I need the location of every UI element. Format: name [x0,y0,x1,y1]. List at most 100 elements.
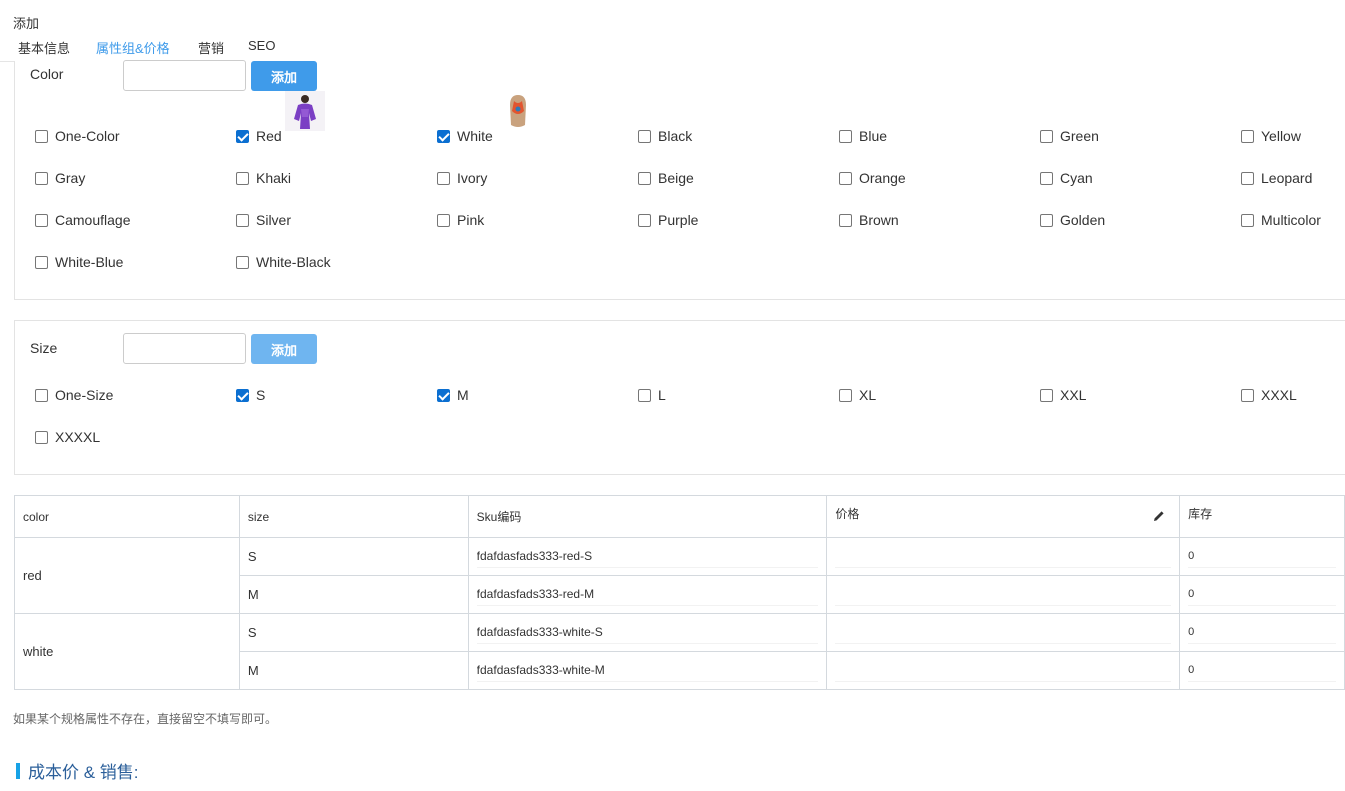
size-checkbox-one-size[interactable] [35,388,48,402]
color-option-red[interactable]: Red [236,126,282,146]
size-option-xl[interactable]: XL [839,385,876,405]
model-purple-dress-thumbnail[interactable] [285,91,325,131]
color-checkbox-khaki[interactable] [236,171,249,185]
tab-seo[interactable]: SEO [248,38,275,53]
size-option-l[interactable]: L [638,385,666,405]
price-input[interactable] [835,659,1172,682]
color-checkbox-brown[interactable] [839,213,852,227]
color-option-label: Khaki [256,170,292,186]
color-checkbox-white-blue[interactable] [35,255,48,269]
color-option-golden[interactable]: Golden [1040,210,1105,230]
size-option-m[interactable]: M [437,385,469,405]
section-title-text: 成本价 & 销售: [28,763,139,782]
color-option-green[interactable]: Green [1040,126,1099,146]
color-checkbox-golden[interactable] [1040,213,1053,227]
stock-input[interactable] [1188,621,1336,644]
color-checkbox-white-black[interactable] [236,255,249,269]
pencil-icon[interactable] [1153,510,1165,522]
size-option-label: XL [859,387,877,403]
color-checkbox-cyan[interactable] [1040,171,1053,185]
color-option-silver[interactable]: Silver [236,210,291,230]
color-option-cyan[interactable]: Cyan [1040,168,1093,188]
color-checkbox-blue[interactable] [839,129,852,143]
color-checkbox-one-color[interactable] [35,129,48,143]
size-option-label: XXXL [1261,387,1297,403]
size-option-xxl[interactable]: XXL [1040,385,1086,405]
color-checkbox-green[interactable] [1040,129,1053,143]
color-checkbox-purple[interactable] [638,213,651,227]
color-option-purple[interactable]: Purple [638,210,698,230]
color-option-label: Blue [859,128,888,144]
color-option-ivory[interactable]: Ivory [437,168,487,188]
color-option-one-color[interactable]: One-Color [35,126,120,146]
color-option-label: White-Black [256,254,331,270]
color-option-multicolor[interactable]: Multicolor [1241,210,1321,230]
tab-attributes-price[interactable]: 属性组&价格 [96,38,170,57]
size-checkbox-xxxxl[interactable] [35,430,48,444]
color-option-white-blue[interactable]: White-Blue [35,252,123,272]
color-checkbox-leopard[interactable] [1241,171,1254,185]
color-option-label: Golden [1060,212,1106,228]
color-checkbox-black[interactable] [638,129,651,143]
size-option-one-size[interactable]: One-Size [35,385,113,405]
color-checkbox-ivory[interactable] [437,171,450,185]
color-option-camouflage[interactable]: Camouflage [35,210,131,230]
price-input[interactable] [835,621,1172,644]
color-option-brown[interactable]: Brown [839,210,899,230]
sku-input[interactable] [476,659,819,682]
size-checkbox-s[interactable] [236,388,249,402]
color-option-blue[interactable]: Blue [839,126,887,146]
size-add-button[interactable]: 添加 [251,334,317,364]
tab-marketing[interactable]: 营销 [198,38,224,57]
sku-input[interactable] [476,545,819,568]
color-option-pink[interactable]: Pink [437,210,484,230]
color-checkbox-white[interactable] [437,129,450,143]
size-option-label: XXL [1060,387,1087,403]
color-option-white-black[interactable]: White-Black [236,252,331,272]
color-checkbox-camouflage[interactable] [35,213,48,227]
size-option-label: L [658,387,666,403]
size-checkbox-m[interactable] [437,388,450,402]
stock-input[interactable] [1188,659,1336,682]
size-new-input[interactable] [123,333,246,364]
color-add-button[interactable]: 添加 [251,61,317,91]
tab-basic-info[interactable]: 基本信息 [18,38,70,57]
size-checkbox-xxl[interactable] [1040,388,1053,402]
color-checkbox-pink[interactable] [437,213,450,227]
stock-input[interactable] [1188,545,1336,568]
color-checkbox-silver[interactable] [236,213,249,227]
color-checkbox-gray[interactable] [35,171,48,185]
color-option-yellow[interactable]: Yellow [1241,126,1301,146]
color-option-khaki[interactable]: Khaki [236,168,291,188]
size-option-s[interactable]: S [236,385,265,405]
price-input[interactable] [835,583,1172,606]
necklace-thumbnail[interactable] [496,91,536,131]
color-option-beige[interactable]: Beige [638,168,694,188]
size-checkbox-xxxl[interactable] [1241,388,1254,402]
color-option-gray[interactable]: Gray [35,168,85,188]
header-color: color [14,495,240,538]
size-checkbox-xl[interactable] [839,388,852,402]
size-option-xxxxl[interactable]: XXXXL [35,427,100,447]
color-option-leopard[interactable]: Leopard [1241,168,1312,188]
sku-input[interactable] [476,621,819,644]
header-price-label: 价格 [835,507,860,521]
color-option-white[interactable]: White [437,126,493,146]
sku-input[interactable] [476,583,819,606]
color-option-label: Multicolor [1261,212,1321,228]
color-option-black[interactable]: Black [638,126,692,146]
size-checkbox-l[interactable] [638,388,651,402]
color-option-label: Silver [256,212,292,228]
color-checkbox-multicolor[interactable] [1241,213,1254,227]
size-option-xxxl[interactable]: XXXL [1241,385,1297,405]
stock-input[interactable] [1188,583,1336,606]
color-checkbox-orange[interactable] [839,171,852,185]
color-checkbox-beige[interactable] [638,171,651,185]
size-cell: S [238,613,469,652]
color-checkbox-yellow[interactable] [1241,129,1254,143]
price-input[interactable] [835,545,1172,568]
color-option-orange[interactable]: Orange [839,168,906,188]
color-checkbox-red[interactable] [236,129,249,143]
color-option-label: Yellow [1261,128,1301,144]
color-new-input[interactable] [123,60,246,91]
